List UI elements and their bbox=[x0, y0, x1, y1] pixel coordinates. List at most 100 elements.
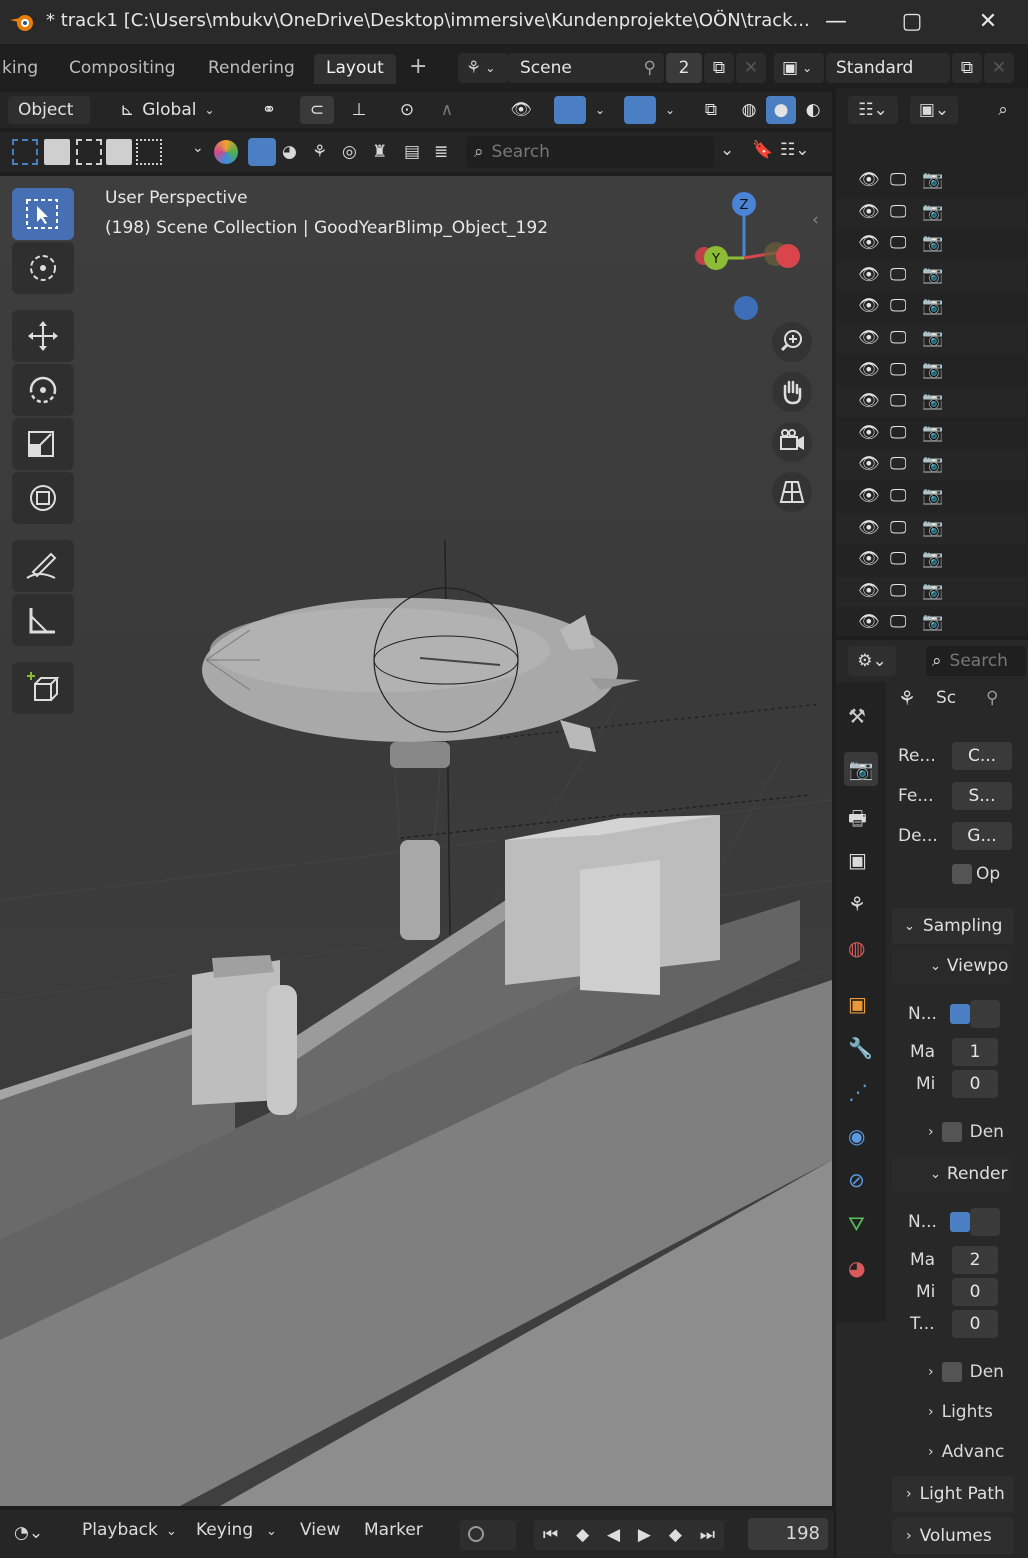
outliner-row[interactable]: 👁 🖵 📷 bbox=[836, 450, 1026, 481]
noise-threshold-checkbox[interactable] bbox=[950, 1004, 970, 1024]
monitor-icon[interactable]: 🖵 bbox=[890, 233, 906, 253]
eye-icon[interactable]: 👁 bbox=[858, 391, 880, 411]
outliner-row[interactable]: 👁 🖵 📷 bbox=[836, 260, 1026, 291]
denoise-viewport-row[interactable]: › Den bbox=[928, 1122, 1004, 1142]
tab-sculpting[interactable]: king bbox=[0, 54, 50, 84]
delete-scene-icon[interactable]: ✕ bbox=[736, 53, 766, 83]
open-shading-checkbox[interactable] bbox=[952, 864, 972, 884]
chevron-down-icon[interactable]: ⌄ bbox=[590, 96, 610, 124]
chevron-down-icon[interactable]: ⌄ bbox=[720, 140, 746, 166]
outliner-display-mode-icon[interactable]: ☷⌄ bbox=[848, 96, 898, 124]
monitor-icon[interactable]: 🖵 bbox=[890, 612, 906, 632]
add-cube-tool[interactable] bbox=[12, 662, 74, 714]
camera-icon[interactable]: 📷 bbox=[922, 391, 943, 411]
select-box-tool[interactable] bbox=[12, 188, 74, 240]
chevron-down-icon[interactable]: ⌄ bbox=[660, 96, 680, 124]
eye-icon[interactable]: 👁 bbox=[858, 518, 880, 538]
constraints-tab-icon[interactable]: ⊘ bbox=[848, 1168, 865, 1192]
overlays-toggle-icon[interactable] bbox=[624, 96, 656, 124]
add-workspace-button[interactable]: + bbox=[397, 50, 439, 80]
tab-layout[interactable]: Layout bbox=[314, 54, 396, 84]
max-samples-field[interactable]: 2 bbox=[952, 1246, 998, 1274]
monitor-icon[interactable]: 🖵 bbox=[890, 391, 906, 411]
denoise-render-row[interactable]: › Den bbox=[928, 1362, 1004, 1382]
select-extend-icon[interactable] bbox=[44, 139, 70, 165]
world-tab-icon[interactable]: ◍ bbox=[848, 936, 865, 960]
eye-icon[interactable]: 👁 bbox=[858, 549, 880, 569]
noise-threshold-field[interactable] bbox=[970, 1208, 1000, 1236]
outliner-row[interactable]: 👁 🖵 📷 bbox=[836, 387, 1026, 418]
material-tab-icon[interactable]: ◕ bbox=[848, 1256, 865, 1280]
pan-hand-icon[interactable] bbox=[772, 372, 812, 412]
feature-set-dropdown[interactable]: S... bbox=[952, 782, 1012, 810]
outliner-search-field[interactable]: ⌕ Search bbox=[466, 136, 714, 168]
view-layer-tab-icon[interactable]: ▣ bbox=[848, 848, 867, 872]
camera-icon[interactable]: 📷 bbox=[922, 423, 943, 443]
mesh-filter-icon[interactable] bbox=[248, 138, 276, 166]
curve-filter-icon[interactable]: ◕ bbox=[282, 142, 297, 162]
select-intersect-icon[interactable] bbox=[136, 139, 162, 165]
monitor-icon[interactable]: 🖵 bbox=[890, 296, 906, 316]
minimize-button[interactable]: — bbox=[818, 6, 854, 38]
auto-keying-toggle[interactable] bbox=[460, 1520, 516, 1550]
monitor-icon[interactable]: 🖵 bbox=[890, 202, 906, 222]
view-layer-selector[interactable]: ▣ ⌄ bbox=[774, 53, 824, 83]
scene-name-field[interactable]: Scene ⚲ bbox=[508, 53, 664, 83]
data-tab-icon[interactable]: ⛛ bbox=[848, 1212, 865, 1236]
view-menu[interactable]: View bbox=[300, 1520, 340, 1540]
measure-tool[interactable] bbox=[12, 594, 74, 646]
timeline-editor-type-icon[interactable]: ◔⌄ bbox=[14, 1518, 60, 1548]
transform-orientation-dropdown[interactable]: ⊾ Global ⌄ bbox=[112, 96, 236, 124]
zoom-icon[interactable] bbox=[772, 322, 812, 362]
eye-icon[interactable]: 👁 bbox=[858, 360, 880, 380]
denoise-checkbox[interactable] bbox=[941, 1122, 962, 1142]
play-reverse-icon[interactable]: ◀ bbox=[607, 1525, 620, 1545]
eye-icon[interactable]: 👁 bbox=[858, 170, 880, 190]
max-samples-field[interactable]: 1 bbox=[952, 1038, 998, 1066]
pin-icon[interactable]: ⚲ bbox=[986, 688, 998, 708]
monitor-icon[interactable]: 🖵 bbox=[890, 170, 906, 190]
advanced-subpanel-header[interactable]: › Advanc bbox=[928, 1442, 1004, 1462]
outliner-row[interactable]: 👁 🖵 📷 bbox=[836, 356, 1026, 386]
tab-compositing[interactable]: Compositing bbox=[57, 54, 188, 84]
marker-menu[interactable]: Marker bbox=[364, 1520, 423, 1540]
prev-keyframe-icon[interactable]: ◆ bbox=[576, 1525, 589, 1545]
neg-z-axis-icon[interactable] bbox=[734, 296, 758, 320]
view-layer-name-field[interactable]: Standard bbox=[826, 53, 950, 83]
object-mode-dropdown[interactable]: Object bbox=[8, 96, 90, 124]
falloff-icon[interactable]: ∧ bbox=[424, 96, 470, 124]
viewport-subpanel-header[interactable]: ⌄ Viewpo bbox=[892, 948, 1014, 984]
delete-view-layer-icon[interactable]: ✕ bbox=[984, 53, 1014, 83]
camera-view-icon[interactable] bbox=[772, 422, 812, 462]
camera-icon[interactable]: 📷 bbox=[922, 296, 943, 316]
x-axis-icon[interactable] bbox=[776, 244, 800, 268]
material-shading-icon[interactable]: ◐ bbox=[798, 96, 828, 124]
monitor-icon[interactable]: 🖵 bbox=[890, 581, 906, 601]
solid-shading-icon[interactable]: ● bbox=[766, 96, 796, 124]
camera-icon[interactable]: 📷 bbox=[922, 581, 943, 601]
bookmark-icon[interactable]: 🔖 bbox=[752, 140, 773, 164]
perspective-toggle-icon[interactable] bbox=[772, 472, 812, 512]
duplicate-scene-icon[interactable]: ⧉ bbox=[704, 53, 734, 83]
lights-subpanel-header[interactable]: › Lights bbox=[928, 1402, 993, 1422]
camera-icon[interactable]: 📷 bbox=[922, 233, 943, 253]
next-keyframe-icon[interactable]: ◆ bbox=[669, 1525, 682, 1545]
keying-menu[interactable]: Keying bbox=[196, 1520, 253, 1540]
camera-icon[interactable]: 📷 bbox=[922, 202, 943, 222]
camera-icon[interactable]: 📷 bbox=[922, 486, 943, 506]
eye-icon[interactable]: 👁 bbox=[858, 296, 880, 316]
eye-icon[interactable]: 👁 bbox=[858, 202, 880, 222]
select-new-icon[interactable] bbox=[12, 139, 38, 165]
camera-icon[interactable]: 📷 bbox=[922, 170, 943, 190]
transform-tool[interactable] bbox=[12, 472, 74, 524]
outliner-row[interactable]: 👁 🖵 📷 bbox=[836, 608, 1026, 638]
camera-icon[interactable]: 📷 bbox=[922, 518, 943, 538]
cursor-tool[interactable] bbox=[12, 242, 74, 294]
duplicate-view-layer-icon[interactable]: ⧉ bbox=[952, 53, 982, 83]
scale-tool[interactable] bbox=[12, 418, 74, 470]
snap-target-icon[interactable]: ⊥ bbox=[336, 96, 382, 124]
monitor-icon[interactable]: 🖵 bbox=[890, 454, 906, 474]
min-samples-field[interactable]: 0 bbox=[952, 1278, 998, 1306]
outliner-row[interactable]: 👁 🖵 📷 bbox=[836, 166, 1026, 196]
eye-icon[interactable]: 👁 bbox=[858, 265, 880, 285]
